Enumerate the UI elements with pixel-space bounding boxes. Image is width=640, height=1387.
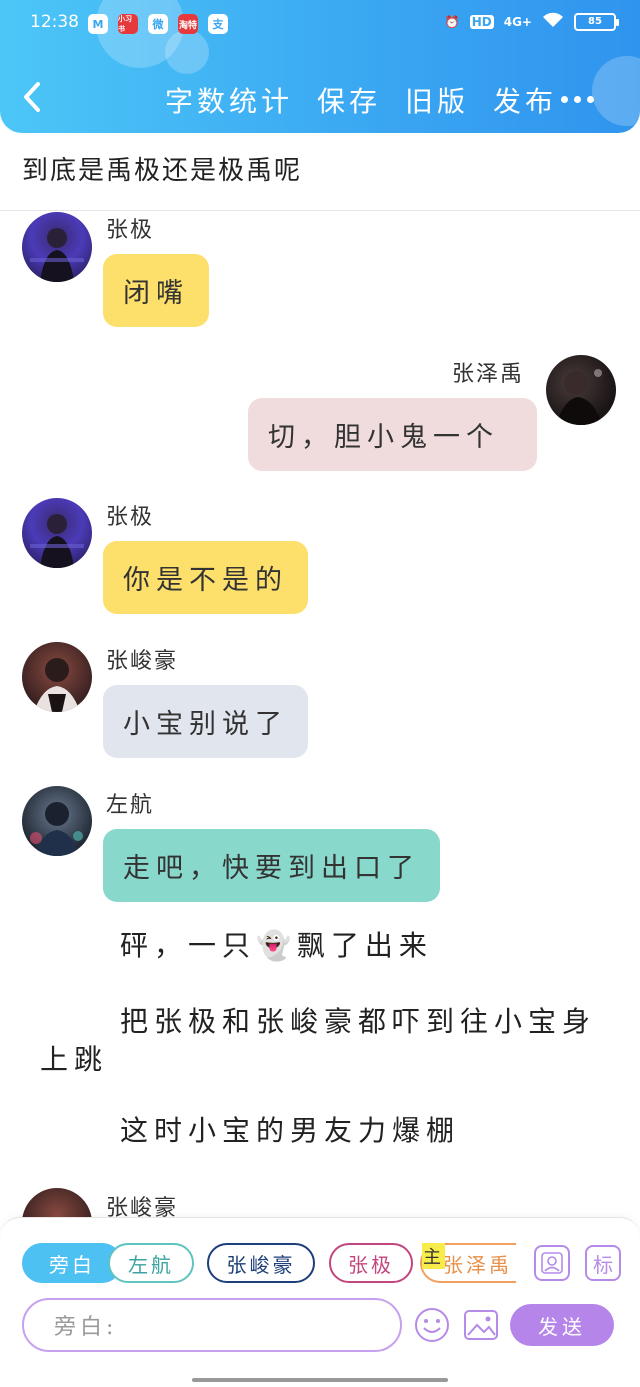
character-chip-zuohang[interactable]: 左航 <box>108 1243 194 1283</box>
speaker-name: 张泽禹 <box>452 362 525 387</box>
nav-menu: 字数统计 保存 旧版 发布 <box>165 80 557 120</box>
message-bubble[interactable]: 切，胆小鬼一个 <box>248 398 537 471</box>
status-indicators: ⏰ HD 4G+ 85 <box>444 12 619 31</box>
character-chip-zhangzeyu[interactable]: 主 张泽禹 <box>420 1243 516 1283</box>
alipay-icon: 支 <box>208 14 228 34</box>
top-bar: 12:38 M 小习书 微 淘特 支 ⏰ HD 4G+ 85 字数统计 保存 旧… <box>0 0 640 133</box>
decor-circle <box>592 56 640 126</box>
character-chip-zhangji[interactable]: 张极 <box>329 1243 413 1283</box>
message-bubble[interactable]: 小宝别说了 <box>103 685 308 758</box>
avatar[interactable] <box>22 212 92 282</box>
hd-badge: HD <box>469 14 494 29</box>
message-input[interactable]: 旁白: <box>22 1298 402 1352</box>
app-icon: 淘特 <box>178 14 198 34</box>
speaker-name: 左航 <box>106 793 155 818</box>
narration-text: 这时小宝的男友力爆棚 <box>120 1114 461 1147</box>
speaker-name: 张极 <box>106 505 155 530</box>
image-icon[interactable] <box>462 1306 500 1344</box>
network-label: 4G+ <box>503 14 532 29</box>
word-count-button[interactable]: 字数统计 <box>165 80 293 120</box>
narration-text: 砰，一只👻飘了出来 <box>120 929 433 962</box>
ghost-emoji: 👻 <box>256 929 297 962</box>
status-time: 12:38 <box>30 12 79 32</box>
alarm-icon: ⏰ <box>444 14 460 29</box>
app-icon: M <box>88 14 108 34</box>
speaker-name: 张极 <box>106 218 155 243</box>
notification-icons: M 小习书 微 淘特 支 <box>88 14 228 34</box>
avatar[interactable] <box>546 355 616 425</box>
app-icon: 小习书 <box>118 14 138 34</box>
speaker-name: 张峻豪 <box>106 649 179 674</box>
divider <box>0 210 640 211</box>
publish-button[interactable]: 发布 <box>493 80 557 120</box>
battery-icon: 85 <box>574 12 619 31</box>
message-bubble[interactable]: 走吧，快要到出口了 <box>103 829 440 902</box>
avatar[interactable] <box>22 498 92 568</box>
story-title: 到底是禹极还是极禹呢 <box>22 156 303 186</box>
emoji-icon[interactable] <box>413 1306 451 1344</box>
status-bar: 12:38 M 小习书 微 淘特 支 ⏰ HD 4G+ 85 <box>0 8 640 40</box>
main-character-badge: 主 <box>422 1243 445 1269</box>
home-indicator[interactable] <box>192 1378 448 1382</box>
wifi-icon <box>542 12 564 31</box>
send-button[interactable]: 发送 <box>510 1304 614 1346</box>
character-chip-zhangjunhao[interactable]: 张峻豪 <box>207 1243 315 1283</box>
narration-text: 把张极和张峻豪都吓到往小宝身上跳 <box>40 1005 597 1076</box>
person-icon[interactable] <box>534 1245 570 1281</box>
message-bubble[interactable]: 闭嘴 <box>103 254 209 327</box>
more-icon[interactable] <box>561 92 597 106</box>
avatar[interactable] <box>22 786 92 856</box>
old-version-button[interactable]: 旧版 <box>405 80 469 120</box>
save-button[interactable]: 保存 <box>317 80 381 120</box>
character-chip-narrator[interactable]: 旁白 <box>22 1243 122 1283</box>
tag-button[interactable]: 标 <box>585 1245 621 1281</box>
weibo-icon: 微 <box>148 14 168 34</box>
back-icon[interactable] <box>22 82 42 112</box>
message-bubble[interactable]: 你是不是的 <box>103 541 308 614</box>
avatar[interactable] <box>22 642 92 712</box>
